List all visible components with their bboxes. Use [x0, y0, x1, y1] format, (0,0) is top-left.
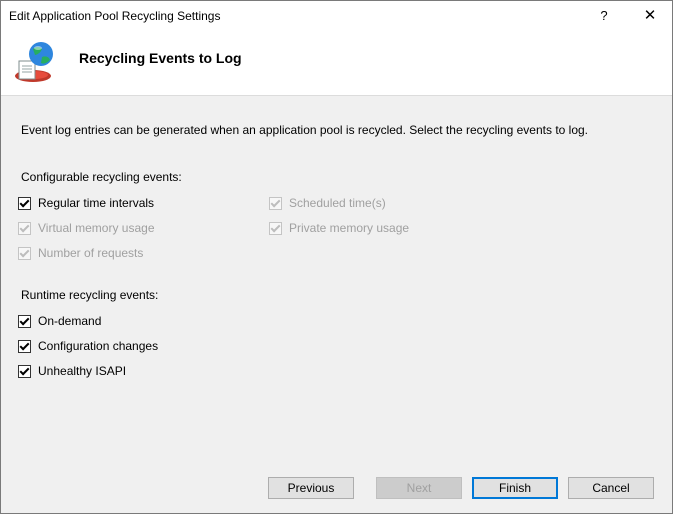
checkbox-box — [18, 221, 31, 235]
checkbox-private-memory-usage: Private memory usage — [269, 220, 409, 236]
checkbox-label: Private memory usage — [289, 221, 410, 235]
checkbox-box[interactable] — [18, 364, 31, 378]
checkbox-label: Unhealthy ISAPI — [38, 364, 127, 378]
description-text: Event log entries can be generated when … — [21, 123, 589, 137]
previous-button[interactable]: Previous — [268, 477, 354, 499]
configurable-events-label: Configurable recycling events: — [21, 170, 182, 184]
checkbox-unhealthy-isapi[interactable]: Unhealthy ISAPI — [18, 363, 126, 379]
checkbox-box — [18, 246, 31, 260]
checkbox-scheduled-times: Scheduled time(s) — [269, 195, 386, 211]
window-title: Edit Application Pool Recycling Settings — [9, 9, 221, 23]
wizard-header: Recycling Events to Log — [1, 31, 672, 96]
title-bar: Edit Application Pool Recycling Settings… — [1, 1, 672, 31]
checkbox-label: Regular time intervals — [38, 196, 155, 210]
dialog-window: Edit Application Pool Recycling Settings… — [0, 0, 673, 514]
runtime-events-label: Runtime recycling events: — [21, 288, 159, 302]
checkbox-box — [269, 221, 282, 235]
checkbox-on-demand[interactable]: On-demand — [18, 313, 101, 329]
checkbox-box[interactable] — [18, 196, 31, 210]
checkbox-number-of-requests: Number of requests — [18, 245, 143, 261]
checkbox-configuration-changes[interactable]: Configuration changes — [18, 338, 158, 354]
checkbox-box[interactable] — [18, 314, 31, 328]
next-button: Next — [376, 477, 462, 499]
checkbox-box[interactable] — [18, 339, 31, 353]
page-title: Recycling Events to Log — [79, 50, 242, 66]
cancel-button[interactable]: Cancel — [568, 477, 654, 499]
checkbox-label: Configuration changes — [38, 339, 159, 353]
checkbox-label: Scheduled time(s) — [289, 196, 386, 210]
close-button[interactable]: ✕ — [628, 1, 672, 31]
checkbox-virtual-memory-usage: Virtual memory usage — [18, 220, 155, 236]
checkbox-label: Virtual memory usage — [38, 221, 155, 235]
globe-app-pool-icon — [15, 42, 53, 82]
checkbox-label: Number of requests — [38, 246, 144, 260]
help-button[interactable]: ? — [589, 1, 619, 31]
checkbox-box — [269, 196, 282, 210]
checkbox-regular-time-intervals[interactable]: Regular time intervals — [18, 195, 154, 211]
finish-button[interactable]: Finish — [472, 477, 558, 499]
checkbox-label: On-demand — [38, 314, 102, 328]
